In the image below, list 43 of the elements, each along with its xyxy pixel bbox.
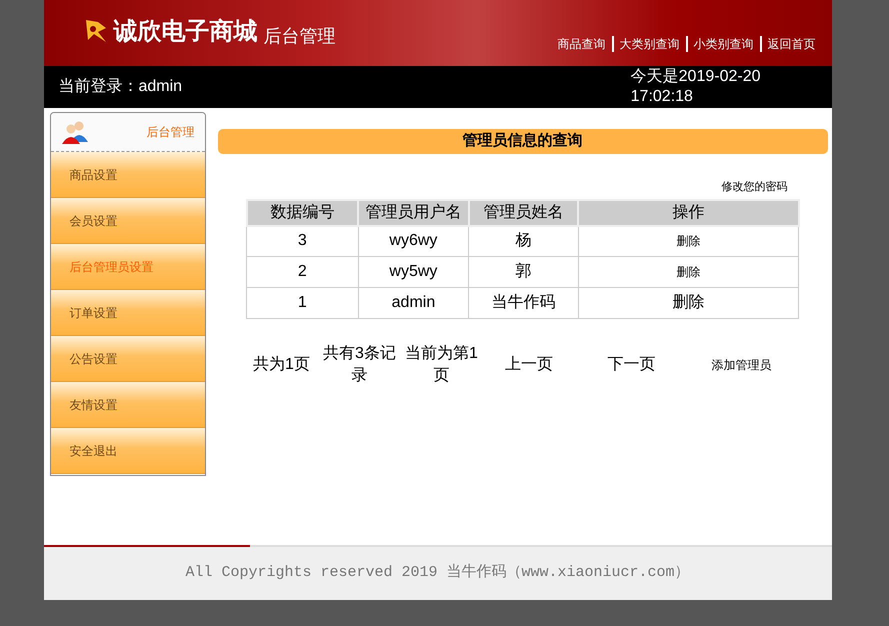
table-cell: admin [358,288,469,318]
next-page-link[interactable]: 下一页 [576,354,686,376]
nav-link[interactable]: 商品查询 [552,36,612,52]
delete-link[interactable]: 删除 [672,294,704,311]
table-cell: 2 [246,256,358,288]
nav-link[interactable]: 大类别查询 [612,36,686,52]
page-title: 管理员信息的查询 [462,131,582,152]
sidebar-item[interactable]: 公告设置 [50,336,204,382]
logo-icon [84,18,108,44]
table-cell: 郭 [468,256,578,288]
login-user: 当前登录：admin [58,77,182,97]
table-cell: 3 [246,226,358,256]
column-header: 管理员用户名 [358,200,469,226]
change-password-link[interactable]: 修改您的密码 [722,179,788,196]
delete-link[interactable]: 删除 [676,265,700,279]
current-time: 17:02:18 [630,87,694,107]
delete-link[interactable]: 删除 [676,234,700,248]
footer-copyright: All Copyrights reserved 2019 当牛作码（www.xiaoniucr.com） [185,562,690,584]
total-pages: 共为1页 [252,354,311,375]
users-icon [60,120,88,144]
sidebar-title: 后台管理 [146,124,194,141]
total-records: 共有3条记录 [322,344,397,386]
sidebar-item[interactable]: 会员设置 [50,198,204,244]
sidebar-item[interactable]: 订单设置 [50,290,204,336]
nav-link[interactable]: 小类别查询 [686,36,760,52]
table-cell: wy6wy [358,226,469,256]
brand-title: 诚欣电子商城 [114,17,258,47]
table-cell: 当牛作码 [468,288,578,318]
table-cell: 1 [246,288,358,318]
column-header: 数据编号 [246,200,358,226]
table-cell: wy5wy [358,256,469,288]
sidebar-item[interactable]: 友情设置 [50,382,204,428]
table-cell: 杨 [468,226,578,256]
sidebar-item[interactable]: 商品设置 [50,152,204,198]
current-page: 当前为第1页 [404,344,479,386]
add-admin-link[interactable]: 添加管理员 [686,354,796,376]
nav-link[interactable]: 返回首页 [760,36,822,52]
column-header: 管理员姓名 [468,200,578,226]
sidebar-item[interactable]: 安全退出 [50,428,204,474]
brand-subtitle: 后台管理 [264,25,336,48]
previous-page-link[interactable]: 上一页 [482,354,576,376]
current-date: 今天是2019-02-20 [630,67,760,87]
column-header: 操作 [578,200,798,226]
